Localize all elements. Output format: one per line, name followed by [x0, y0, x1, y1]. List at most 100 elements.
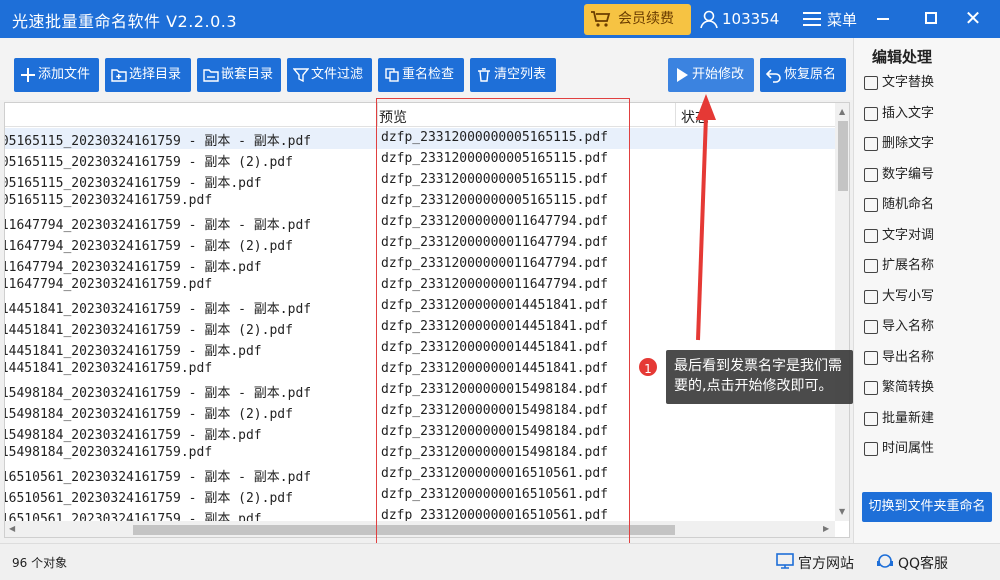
table-row[interactable]: 005165115_20230324161759 - 副本 - 副本.pdf dz… — [5, 128, 835, 149]
clear-list-button[interactable]: 清空列表 — [470, 58, 556, 92]
table-row[interactable]: 005165115_20230324161759 - 副本 (2).pdf dzf… — [5, 149, 835, 170]
original-name-cell: 016510561_20230324161759 - 副本 - 副本.pdf — [4, 470, 312, 485]
add-file-label: 添加文件 — [38, 67, 91, 82]
header-status[interactable]: 状态 — [681, 107, 709, 127]
column-divider[interactable] — [675, 103, 676, 127]
sidebar-item-icon — [864, 442, 878, 456]
user-id[interactable]: 103354 — [722, 10, 779, 28]
toolbar: 添加文件 选择目录 嵌套目录 文件过滤 重名检查 清空列表 开始修改 恢复原名 — [0, 38, 853, 100]
restore-name-button[interactable]: 恢复原名 — [760, 58, 846, 92]
menu-icon[interactable] — [803, 11, 821, 27]
table-row[interactable]: 011647794_20230324161759 - 副本 - 副本.pdf dz… — [5, 212, 835, 233]
table-row[interactable]: 005165115_20230324161759.pdf dzfp_2331200… — [5, 191, 835, 212]
add-file-button[interactable]: 添加文件 — [14, 58, 99, 92]
sidebar-item-9[interactable]: 导出名称 — [864, 346, 934, 370]
sidebar-item-10[interactable]: 繁简转换 — [864, 376, 934, 400]
sidebar-item-6[interactable]: 扩展名称 — [864, 254, 934, 278]
start-modify-button[interactable]: 开始修改 — [668, 58, 754, 92]
file-table[interactable]: 预览 状态 005165115_20230324161759 - 副本 - 副本… — [4, 102, 850, 538]
sidebar-item-12[interactable]: 时间属性 — [864, 437, 934, 461]
status-bar: 96 个对象 官方网站 QQ客服 — [0, 543, 1000, 580]
plus-icon — [21, 68, 35, 82]
table-row[interactable]: 011647794_20230324161759.pdf dzfp_2331200… — [5, 275, 835, 296]
sidebar-item-2[interactable]: 删除文字 — [864, 132, 934, 156]
dup-check-button[interactable]: 重名检查 — [378, 58, 464, 92]
sidebar-item-icon — [864, 289, 878, 304]
sidebar-item-1[interactable]: 插入文字 — [864, 102, 934, 126]
table-row[interactable]: 014451841_20230324161759 - 副本 (2).pdf dzf… — [5, 317, 835, 338]
table-row[interactable]: 011647794_20230324161759 - 副本 (2).pdf dzf… — [5, 233, 835, 254]
vip-label: 会员续费 — [618, 11, 674, 27]
original-name-cell: 014451841_20230324161759 - 副本 (2).pdf — [4, 323, 293, 338]
qq-service-link[interactable]: QQ客服 — [876, 553, 948, 573]
clear-list-label: 清空列表 — [494, 67, 547, 82]
user-icon[interactable] — [699, 9, 719, 29]
original-name-cell: 011647794_20230324161759 - 副本.pdf — [4, 260, 262, 275]
sidebar-item-icon — [864, 198, 878, 212]
table-header: 预览 状态 — [5, 103, 835, 127]
file-filter-button[interactable]: 文件过滤 — [287, 58, 372, 92]
nested-dir-button[interactable]: 嵌套目录 — [197, 58, 281, 92]
nested-dir-label: 嵌套目录 — [221, 67, 274, 82]
sidebar-item-label: 时间属性 — [882, 441, 935, 456]
scroll-right-icon[interactable]: ▶ — [823, 524, 829, 533]
header-preview[interactable]: 预览 — [379, 107, 407, 127]
sidebar-item-3[interactable]: 数字编号 — [864, 163, 934, 187]
table-row[interactable]: 016510561_20230324161759 - 副本 - 副本.pdf dz… — [5, 464, 835, 485]
select-dir-button[interactable]: 选择目录 — [105, 58, 191, 92]
table-row[interactable]: 005165115_20230324161759 - 副本.pdf dzfp_23… — [5, 170, 835, 191]
maximize-button[interactable] — [925, 12, 937, 24]
sidebar-title: 编辑处理 — [872, 48, 933, 66]
website-icon — [776, 553, 794, 569]
table-row[interactable]: 015498184_20230324161759 - 副本.pdf dzfp_23… — [5, 422, 835, 443]
switch-folder-rename-button[interactable]: 切换到文件夹重命名 — [862, 492, 992, 522]
sidebar-item-4[interactable]: 随机命名 — [864, 193, 934, 217]
vertical-scroll-thumb[interactable] — [838, 121, 848, 191]
sidebar-item-5[interactable]: 文字对调 — [864, 224, 934, 248]
horizontal-scrollbar[interactable]: ◀ ▶ — [5, 521, 835, 537]
preview-name-cell: dzfp_23312000000016510561.pdf — [381, 487, 608, 502]
sidebar-item-label: 导出名称 — [882, 349, 935, 365]
cart-icon — [591, 11, 611, 27]
preview-name-cell: dzfp_23312000000016510561.pdf — [381, 466, 608, 481]
horizontal-scroll-thumb[interactable] — [133, 525, 675, 535]
folder-icon — [203, 69, 219, 82]
scroll-up-icon[interactable]: ▲ — [839, 107, 845, 116]
original-name-cell: 014451841_20230324161759 - 副本.pdf — [4, 344, 262, 359]
menu-button[interactable]: 菜单 — [827, 9, 857, 30]
sidebar-item-icon — [864, 381, 878, 395]
official-website-link[interactable]: 官方网站 — [776, 553, 854, 573]
sidebar-item-icon — [864, 350, 878, 365]
vertical-scrollbar[interactable]: ▲ ▼ — [835, 103, 849, 521]
undo-icon — [766, 69, 781, 83]
sidebar-item-0[interactable]: 文字替换 — [864, 71, 934, 95]
table-row[interactable]: 015498184_20230324161759.pdf dzfp_2331200… — [5, 443, 835, 464]
original-name-cell: 005165115_20230324161759 - 副本 - 副本.pdf — [4, 134, 312, 149]
preview-name-cell: dzfp_23312000000014451841.pdf — [381, 298, 608, 313]
original-name-cell: 015498184_20230324161759 - 副本.pdf — [4, 428, 262, 443]
select-dir-label: 选择目录 — [129, 67, 182, 82]
sidebar-item-icon — [864, 411, 878, 426]
original-name-cell: 011647794_20230324161759.pdf — [4, 277, 213, 292]
close-button[interactable]: ✕ — [962, 7, 984, 29]
scroll-left-icon[interactable]: ◀ — [9, 524, 15, 533]
sidebar-item-label: 随机命名 — [882, 197, 935, 212]
minimize-button[interactable] — [877, 18, 889, 20]
table-row[interactable]: 011647794_20230324161759 - 副本.pdf dzfp_23… — [5, 254, 835, 275]
vip-renew-button[interactable]: 会员续费 — [584, 4, 691, 35]
sidebar-item-11[interactable]: 批量新建 — [864, 407, 934, 431]
column-divider[interactable] — [377, 103, 378, 127]
table-row[interactable]: 014451841_20230324161759 - 副本 - 副本.pdf dz… — [5, 296, 835, 317]
table-row[interactable]: 015498184_20230324161759 - 副本 (2).pdf dzf… — [5, 401, 835, 422]
sidebar-item-8[interactable]: 导入名称 — [864, 315, 934, 339]
table-row[interactable]: 016510561_20230324161759 - 副本 (2).pdf dzf… — [5, 485, 835, 506]
filter-icon — [293, 68, 309, 83]
preview-name-cell: dzfp_23312000000015498184.pdf — [381, 403, 608, 418]
preview-name-cell: dzfp_23312000000005165115.pdf — [381, 172, 608, 187]
title-bar: 光速批量重命名软件 V2.2.0.3 会员续费 103354 菜单 ✕ — [0, 0, 1000, 38]
preview-name-cell: dzfp_23312000000011647794.pdf — [381, 214, 608, 229]
original-name-cell: 005165115_20230324161759.pdf — [4, 193, 213, 208]
scroll-down-icon[interactable]: ▼ — [839, 507, 845, 516]
sidebar-item-7[interactable]: 大写小写 — [864, 285, 934, 309]
folder-add-icon — [111, 69, 127, 82]
